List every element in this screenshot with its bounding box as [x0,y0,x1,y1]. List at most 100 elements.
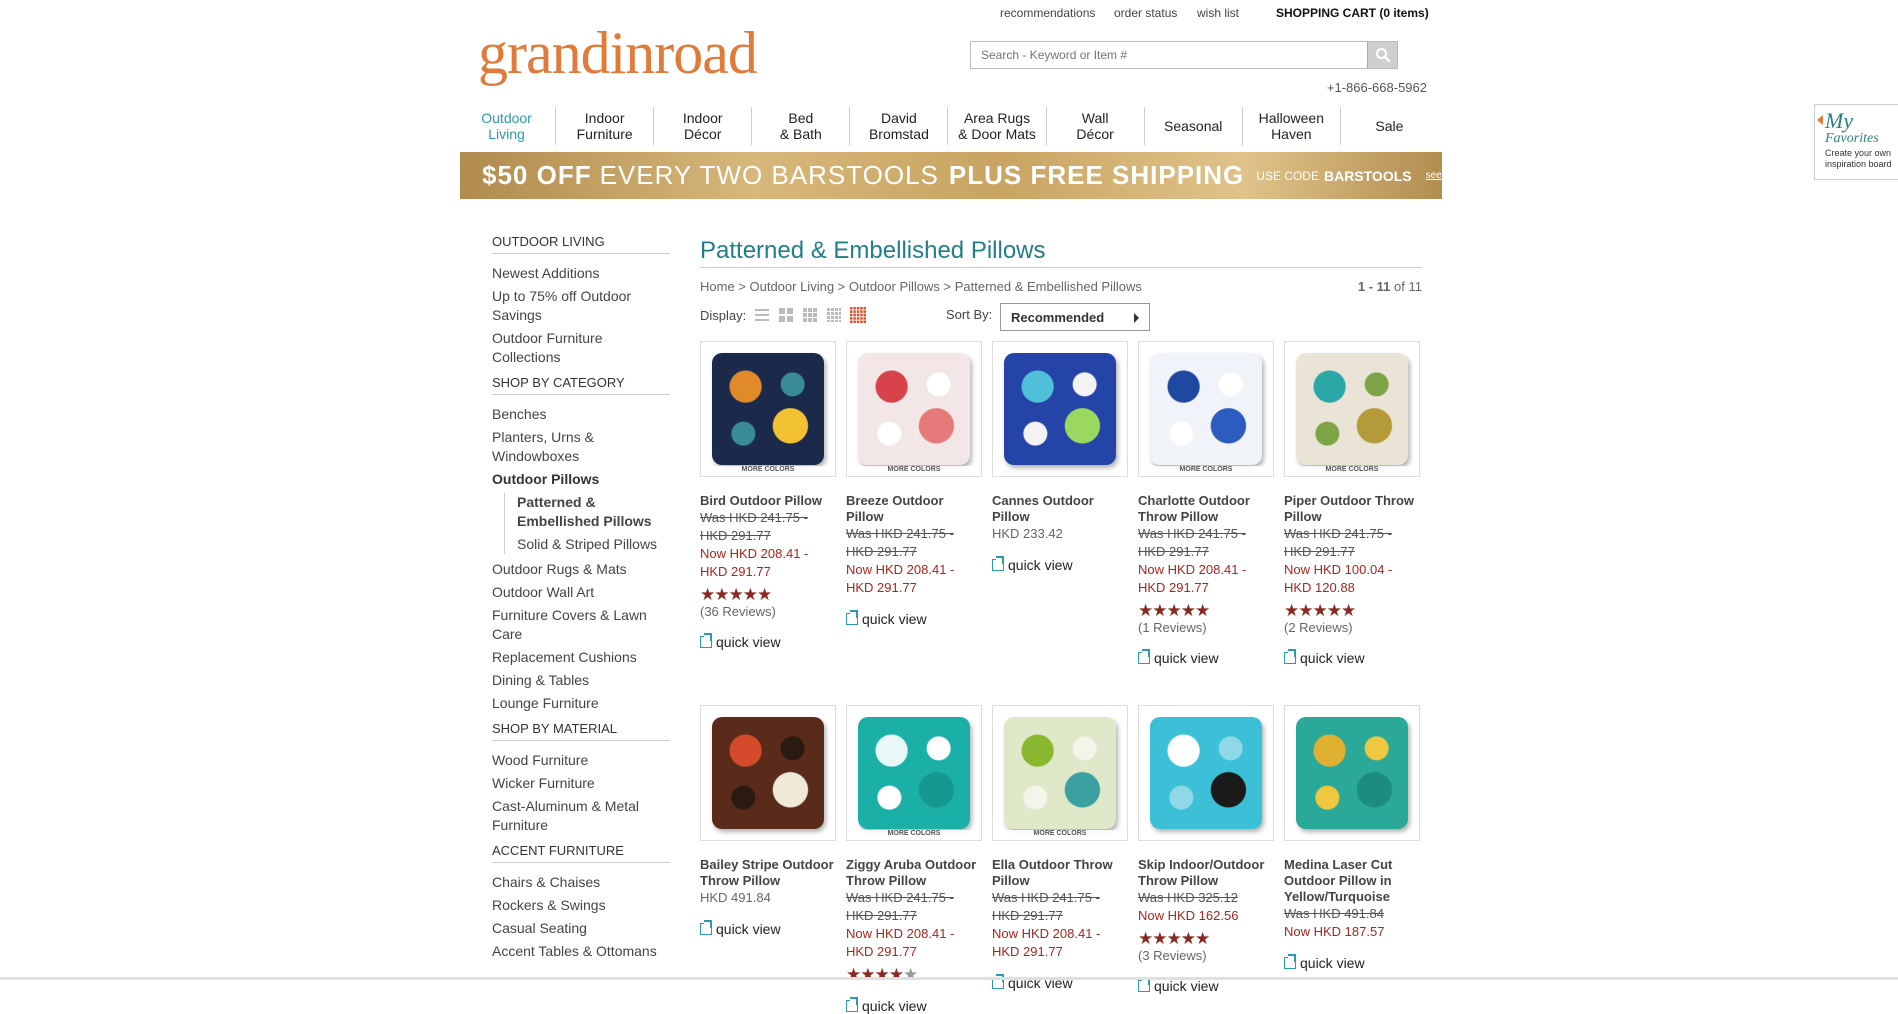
review-count[interactable]: (3 Reviews) [1138,948,1274,964]
nav-item[interactable]: Outdoor Living [458,107,557,145]
star-rating[interactable]: ★★★★★ [1284,602,1420,620]
star-rating[interactable]: ★★★★★ [700,586,836,604]
product-name[interactable]: Bailey Stripe Outdoor Throw Pillow [700,857,836,889]
product-card[interactable]: MORE COLORS Ziggy Aruba Outdoor Throw Pil… [846,705,982,1014]
product-name[interactable]: Skip Indoor/Outdoor Throw Pillow [1138,857,1274,889]
sidebar-item[interactable]: Planters, Urns & Windowboxes [492,428,670,466]
product-name[interactable]: Piper Outdoor Throw Pillow [1284,493,1420,525]
promo-banner[interactable]: $50 OFF EVERY TWO BARSTOOLS PLUS FREE SH… [460,152,1473,199]
recommendations-link[interactable]: recommendations [1000,6,1095,20]
product-image[interactable]: MORE COLORS [1284,341,1420,477]
sidebar-item-outdoor-pillows[interactable]: Outdoor Pillows [492,470,670,489]
nav-item[interactable]: Halloween Haven [1243,107,1341,145]
search-input[interactable] [971,42,1367,68]
review-count[interactable]: (36 Reviews) [700,604,836,620]
product-image[interactable]: MORE COLORS [846,341,982,477]
banner-details-link[interactable]: see details [1426,170,1474,181]
my-favorites-tab[interactable]: My Favorites Create your own inspiration… [1814,104,1898,180]
quick-view-button[interactable]: quick view [1284,954,1420,971]
product-card[interactable]: MORE COLORS Piper Outdoor Throw Pillow Was… [1284,341,1420,666]
star-rating[interactable]: ★★★★★ [1138,602,1274,620]
sidebar-item[interactable]: Outdoor Furniture Collections [492,329,670,367]
product-name[interactable]: Cannes Outdoor Pillow [992,493,1128,525]
nav-item[interactable]: David Bromstad [850,107,949,145]
grid-3-view-icon[interactable] [802,307,818,323]
sidebar-item[interactable]: Up to 75% off Outdoor Savings [492,287,670,325]
quick-view-button[interactable]: quick view [700,920,836,937]
sidebar-item[interactable]: Benches [492,405,670,424]
product-name[interactable]: Breeze Outdoor Pillow [846,493,982,525]
product-name[interactable]: Ziggy Aruba Outdoor Throw Pillow [846,857,982,889]
product-card[interactable]: Cannes Outdoor Pillow HKD 233.42 quick vie… [992,341,1128,573]
sidebar-item[interactable]: Furniture Covers & Lawn Care [492,606,670,644]
grid-5-view-icon[interactable] [850,307,867,323]
product-image[interactable]: MORE COLORS [992,705,1128,841]
product-image[interactable]: MORE COLORS [700,341,836,477]
grid-2-view-icon[interactable] [778,307,794,323]
product-name[interactable]: Ella Outdoor Throw Pillow [992,857,1128,889]
quick-view-button[interactable]: quick view [1138,649,1274,666]
nav-item[interactable]: Area Rugs & Door Mats [948,107,1047,145]
sidebar-item[interactable]: Rockers & Swings [492,896,670,915]
sidebar-item[interactable]: Wood Furniture [492,751,670,770]
quick-view-label: quick view [1300,955,1365,971]
sidebar-subitem[interactable]: Patterned & Embellished Pillows [505,493,670,531]
sidebar-item[interactable]: Outdoor Rugs & Mats [492,560,670,579]
product-image[interactable]: MORE COLORS [1138,341,1274,477]
review-count[interactable]: (1 Reviews) [1138,620,1274,636]
product-image[interactable] [992,341,1128,477]
grandinroad-logo[interactable]: grandinroad [478,18,758,88]
product-image[interactable]: MORE COLORS [846,705,982,841]
product-image[interactable] [1138,705,1274,841]
quick-view-button[interactable]: quick view [700,633,836,650]
product-card[interactable]: Bailey Stripe Outdoor Throw Pillow HKD 49… [700,705,836,937]
sidebar-item[interactable]: Replacement Cushions [492,648,670,667]
sidebar-item[interactable]: Cast-Aluminum & Metal Furniture [492,797,670,835]
product-card[interactable]: MORE COLORS Ella Outdoor Throw Pillow Was … [992,705,1128,991]
grid-4-view-icon[interactable] [826,307,842,323]
sidebar-item[interactable]: Outdoor Wall Art [492,583,670,602]
product-card[interactable]: Medina Laser Cut Outdoor Pillow in Yello… [1284,705,1420,971]
shopping-cart-link[interactable]: SHOPPING CART (0 items) [1276,6,1429,20]
sidebar-item[interactable]: Dining & Tables [492,671,670,690]
sidebar-item[interactable]: Newest Additions [492,264,670,283]
sidebar-item[interactable]: Casual Seating [492,919,670,938]
quick-view-button[interactable]: quick view [1284,649,1420,666]
product-name[interactable]: Bird Outdoor Pillow [700,493,836,509]
quick-view-button[interactable]: quick view [992,556,1128,573]
sale-price: Now HKD 208.41 - HKD 291.77 [846,926,955,959]
list-view-icon[interactable] [754,307,770,323]
nav-item[interactable]: Wall Décor [1047,107,1145,145]
quick-view-button[interactable]: quick view [846,610,982,627]
wish-list-link[interactable]: wish list [1197,6,1239,20]
review-count[interactable]: (2 Reviews) [1284,620,1420,636]
sidebar-item[interactable]: Accent Tables & Ottomans [492,942,670,961]
product-card[interactable]: MORE COLORS Breeze Outdoor Pillow Was HKD … [846,341,982,627]
product-card[interactable]: MORE COLORS Charlotte Outdoor Throw Pillo… [1138,341,1274,666]
star-rating[interactable]: ★★★★★ [1138,930,1274,948]
sidebar-subitem[interactable]: Solid & Striped Pillows [505,535,670,554]
nav-item[interactable]: Indoor Furniture [556,107,655,145]
quick-view-button[interactable]: quick view [846,997,982,1014]
nav-item[interactable]: Bed & Bath [752,107,851,145]
product-card[interactable]: MORE COLORS Bird Outdoor Pillow Was HKD 24… [700,341,836,650]
sidebar: OUTDOOR LIVING Newest Additions Up to 75%… [492,234,670,965]
product-name[interactable]: Medina Laser Cut Outdoor Pillow in Yello… [1284,857,1420,905]
sort-select[interactable]: Recommended [1000,303,1150,331]
sidebar-item[interactable]: Wicker Furniture [492,774,670,793]
was-price: Was HKD 241.75 - HKD 291.77 [700,510,808,543]
nav-item[interactable]: Indoor Décor [654,107,753,145]
nav-item[interactable]: Sale [1341,107,1438,145]
order-status-link[interactable]: order status [1114,6,1177,20]
product-image[interactable] [700,705,836,841]
quick-view-button[interactable]: quick view [1138,977,1274,994]
product-card[interactable]: Skip Indoor/Outdoor Throw Pillow Was HKD … [1138,705,1274,994]
product-name[interactable]: Charlotte Outdoor Throw Pillow [1138,493,1274,525]
nav-item[interactable]: Seasonal [1145,107,1243,145]
breadcrumb[interactable]: Home > Outdoor Living > Outdoor Pillows … [700,279,1142,294]
sidebar-item[interactable]: Chairs & Chaises [492,873,670,892]
search-button[interactable] [1367,42,1397,68]
star-rating[interactable]: ★★★★★ [846,966,982,984]
sidebar-item[interactable]: Lounge Furniture [492,694,670,713]
product-image[interactable] [1284,705,1420,841]
